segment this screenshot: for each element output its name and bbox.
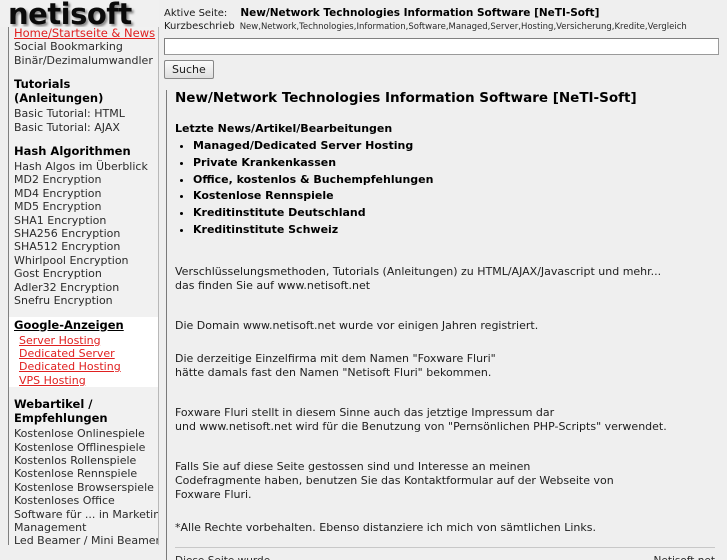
sidebar-item-hash-9[interactable]: Adler32 Encryption [14, 281, 158, 294]
sidebar-item-tutorials-1[interactable]: Basic Tutorial: AJAX [14, 121, 158, 134]
sidebar-item-hash-6[interactable]: SHA512 Encryption [14, 240, 158, 253]
sidebar-heading-hash: Hash Algorithmen [14, 144, 131, 159]
sidebar-item-hash-10[interactable]: Snefru Encryption [14, 294, 158, 307]
sidebar-item-webartikel-3[interactable]: Kostenlose Rennspiele [14, 467, 158, 480]
keywords-text: New,Network,Technologies,Information,Sof… [239, 22, 687, 32]
page-root: netisoft Home/Startseite & News Social Bo… [0, 0, 727, 560]
sidebar-item-ads-1[interactable]: Dedicated Server [14, 347, 158, 360]
logo-text: netisoft [8, 0, 132, 27]
paragraph-line: *Alle Rechte vorbehalten. Ebenso distanz… [175, 520, 596, 534]
sidebar-item-hash-0[interactable]: Hash Algos im Überblick [14, 160, 158, 173]
news-list-item[interactable]: Kreditinstitute Deutschland [193, 205, 719, 222]
paragraph-line: hätte damals fast den Namen "Netisoft Fl… [175, 365, 492, 379]
paragraph-line: das finden Sie auf www.netisoft.net [175, 278, 371, 292]
sidebar-item-primary-2[interactable]: Binär/Dezimalumwandler [14, 54, 158, 67]
paragraph-rechte: *Alle Rechte vorbehalten. Ebenso distanz… [175, 521, 719, 535]
active-page-label: Aktive Seite: [164, 8, 228, 19]
sidebar-heading-ads: Google-Anzeigen [14, 317, 124, 332]
paragraph-line: Foxware Fluri stellt in diesem Sinne auc… [175, 405, 555, 419]
news-list-item[interactable]: Kostenlose Rennspiele [193, 188, 719, 205]
sidebar-item-ads-0[interactable]: Server Hosting [14, 334, 158, 347]
active-page-value: New/Network Technologies Information Sof… [240, 7, 600, 19]
paragraph-impressum: Foxware Fluri stellt in diesem Sinne auc… [175, 406, 719, 434]
sidebar-item-webartikel-4[interactable]: Kostenlose Browserspiele [14, 481, 158, 494]
sidebar-group-tutorials: Tutorials (Anleitungen) Basic Tutorial: H… [9, 76, 158, 134]
news-list-item[interactable]: Private Krankenkassen [193, 155, 719, 172]
page-meta: Aktive Seite: New/Network Technologies I… [159, 0, 727, 34]
sidebar-item-webartikel-7[interactable]: Management [14, 521, 158, 534]
sidebar-item-hash-4[interactable]: SHA1 Encryption [14, 214, 158, 227]
sidebar-item-webartikel-2[interactable]: Kostenlos Rollenspiele [14, 454, 158, 467]
paragraph-line: Die derzeitige Einzelfirma mit dem Namen… [175, 351, 496, 365]
article-paragraphs: Verschlüsselungsmethoden, Tutorials (Anl… [175, 239, 719, 535]
news-list-item[interactable]: Kreditinstitute Schweiz [193, 222, 719, 239]
news-list: Managed/Dedicated Server HostingPrivate … [175, 138, 719, 239]
search-area: Suche [159, 34, 727, 79]
paragraph-line: Die Domain www.netisoft.net wurde vor ei… [175, 318, 539, 332]
sidebar-item-hash-7[interactable]: Whirlpool Encryption [14, 254, 158, 267]
sidebar-heading-tutorials: Tutorials (Anleitungen) [14, 77, 104, 106]
sidebar-item-hash-3[interactable]: MD5 Encryption [14, 200, 158, 213]
sidebar-item-webartikel-6[interactable]: Software für ... in Marketing [14, 508, 158, 521]
paragraph-firma: Die derzeitige Einzelfirma mit dem Namen… [175, 352, 719, 380]
paragraph-line: Verschlüsselungsmethoden, Tutorials (Anl… [175, 264, 662, 278]
sidebar-item-webartikel-1[interactable]: Kostenlose Offlinespiele [14, 441, 158, 454]
paragraph-domain: Die Domain www.netisoft.net wurde vor ei… [175, 319, 719, 333]
news-list-item[interactable]: Managed/Dedicated Server Hosting [193, 138, 719, 155]
sidebar-item-webartikel-0[interactable]: Kostenlose Onlinespiele [14, 427, 158, 440]
search-input[interactable] [164, 38, 719, 55]
sidebar-heading-webartikel: Webartikel / Empfehlungen [14, 397, 108, 426]
sidebar-group-primary: Home/Startseite & News Social Bookmarking… [9, 27, 158, 67]
sidebar-item-hash-8[interactable]: Gost Encryption [14, 267, 158, 280]
paragraph-kontakt: Falls Sie auf diese Seite gestossen sind… [175, 460, 719, 502]
footer-left-text: Diese Seite wurde... [175, 554, 280, 560]
article-footer: Diese Seite wurde... Netisoft.net [175, 554, 715, 560]
paragraph-line: und www.netisoft.net wird für die Benutz… [175, 419, 667, 433]
description-row: Kurzbeschrieb New,Network,Technologies,I… [164, 20, 727, 34]
sidebar-item-primary-1[interactable]: Social Bookmarking [14, 40, 158, 53]
description-label: Kurzbeschrieb [164, 21, 235, 32]
site-logo[interactable]: netisoft [0, 0, 159, 27]
paragraph-intro: Verschlüsselungsmethoden, Tutorials (Anl… [175, 265, 719, 293]
sidebar-group-webartikel: Webartikel / Empfehlungen Kostenlose Onli… [9, 396, 158, 545]
paragraph-line: Foxware Fluri. [175, 487, 252, 501]
sidebar-group-hash: Hash Algorithmen Hash Algos im Überblick M… [9, 143, 158, 307]
main-content: Aktive Seite: New/Network Technologies I… [159, 0, 727, 560]
active-page-row: Aktive Seite: New/Network Technologies I… [164, 7, 727, 20]
paragraph-line: Codefragmente haben, benutzen Sie das Ko… [175, 473, 614, 487]
sidebar-item-primary-0[interactable]: Home/Startseite & News [14, 27, 158, 40]
sidebar-item-hash-2[interactable]: MD4 Encryption [14, 187, 158, 200]
search-submit-button[interactable]: Suche [164, 60, 214, 79]
sidebar-item-tutorials-0[interactable]: Basic Tutorial: HTML [14, 107, 158, 120]
sidebar-group-ads: Google-Anzeigen Server Hosting Dedicated S… [9, 316, 158, 388]
article-body: New/Network Technologies Information Sof… [166, 90, 719, 560]
footer-right-text: Netisoft.net [654, 554, 715, 560]
page-title: New/Network Technologies Information Sof… [175, 90, 637, 106]
sidebar-item-hash-5[interactable]: SHA256 Encryption [14, 227, 158, 240]
sidebar-item-webartikel-5[interactable]: Kostenloses Office [14, 494, 158, 507]
sidebar-item-webartikel-8[interactable]: Led Beamer / Mini Beamer [14, 534, 158, 545]
sidebar: netisoft Home/Startseite & News Social Bo… [0, 0, 159, 545]
sidebar-item-ads-3[interactable]: VPS Hosting [14, 374, 158, 387]
sidebar-item-ads-2[interactable]: Dedicated Hosting [14, 360, 158, 373]
paragraph-line: Falls Sie auf diese Seite gestossen sind… [175, 459, 531, 473]
footer-divider [175, 546, 715, 548]
sidebar-item-hash-1[interactable]: MD2 Encryption [14, 173, 158, 186]
news-heading: Letzte News/Artikel/Bearbeitungen [175, 122, 393, 135]
news-list-item[interactable]: Office, kostenlos & Buchempfehlungen [193, 172, 719, 189]
sidebar-nav: Home/Startseite & News Social Bookmarking… [8, 27, 159, 545]
